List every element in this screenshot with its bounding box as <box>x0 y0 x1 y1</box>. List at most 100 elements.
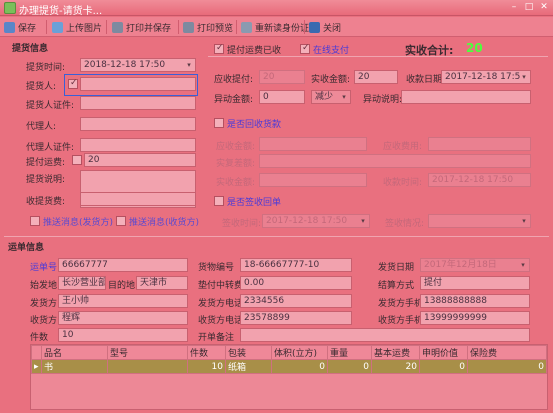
pieces-label: 件数 <box>30 333 49 343</box>
cod-time-label: 收款时间: <box>383 178 423 188</box>
cod-time-field[interactable]: 2017-12-18 17:50 <box>428 173 531 187</box>
cell-pieces[interactable]: 10 <box>187 359 226 374</box>
shipper-mobile-input[interactable]: 13888888888 <box>420 294 530 308</box>
minimize-button[interactable]: – <box>507 1 521 14</box>
notify-shipper-checkbox[interactable] <box>30 216 40 226</box>
pickup-person-checkbox[interactable] <box>68 78 78 89</box>
receiver-label: 收货方 <box>30 316 58 326</box>
sign-time-label: 签收时间: <box>222 219 262 229</box>
shipper-label: 发货方 <box>30 299 58 309</box>
calendar-dropdown-icon[interactable]: ▾ <box>358 216 368 226</box>
cod-label[interactable]: 是否回收货款 <box>227 117 281 130</box>
col-pieces[interactable]: 件数 <box>187 345 226 360</box>
close-icon <box>309 21 320 33</box>
shipper-input[interactable]: 王小帅 <box>58 294 188 308</box>
due-input[interactable]: 20 <box>259 70 305 84</box>
agent-id-label: 代理人证件: <box>26 143 75 153</box>
close-button[interactable]: 关闭 <box>309 19 341 35</box>
transfer-input[interactable]: 0.00 <box>240 276 352 290</box>
col-package[interactable]: 包装 <box>225 345 272 360</box>
toolbar-divider <box>106 20 107 34</box>
print-preview-button[interactable]: 打印预览 <box>183 19 233 35</box>
cod-fee-input[interactable] <box>428 137 531 151</box>
shipper-phone-input[interactable]: 2334556 <box>240 294 352 308</box>
cell-package[interactable]: 纸箱 <box>225 359 272 374</box>
pieces-input[interactable]: 10 <box>58 328 188 342</box>
freight-input[interactable]: 20 <box>84 153 196 167</box>
sign-checkbox[interactable] <box>214 196 224 206</box>
print-preview-label: 打印预览 <box>197 23 234 34</box>
col-base-freight[interactable]: 基本运费 <box>371 345 420 360</box>
receiver-phone-input[interactable]: 23578899 <box>240 311 352 325</box>
agent-id-input[interactable] <box>80 138 196 152</box>
app-icon <box>4 2 16 14</box>
ship-date-field[interactable]: 2017年12月18日 ▾ <box>420 258 530 272</box>
online-pay-label[interactable]: 在线支付 <box>313 43 349 56</box>
goods-no-input[interactable]: 18-66667777-10 <box>240 258 352 272</box>
col-insurance[interactable]: 保险费 <box>467 345 547 360</box>
cell-weight[interactable]: 0 <box>327 359 372 374</box>
col-declared-value[interactable]: 申明价值 <box>419 345 468 360</box>
calendar-dropdown-icon[interactable]: ▾ <box>519 72 529 82</box>
notify-receiver-label[interactable]: 推送消息(收货方) <box>129 215 199 228</box>
freight-received-checkbox[interactable] <box>214 43 224 54</box>
calendar-dropdown-icon[interactable]: ▾ <box>518 260 528 270</box>
table-row[interactable]: ▸ 书 10 纸箱 0 0 20 0 0 <box>31 359 547 374</box>
print-icon <box>112 21 123 33</box>
actual-input[interactable]: 20 <box>354 70 398 84</box>
remark-input[interactable] <box>240 328 530 342</box>
print-save-button[interactable]: 打印并保存 <box>112 19 171 35</box>
cell-name[interactable]: 书 <box>41 359 108 374</box>
cod-diff-input[interactable] <box>259 154 531 168</box>
dest-input[interactable]: 天津市 <box>136 276 188 290</box>
cell-base-freight[interactable]: 20 <box>371 359 420 374</box>
cell-insurance[interactable]: 0 <box>467 359 547 374</box>
notify-receiver-checkbox[interactable] <box>116 216 126 226</box>
col-weight[interactable]: 重量 <box>327 345 372 360</box>
ship-date-value: 2017年12月18日 <box>424 260 497 270</box>
save-button[interactable]: 保存 <box>4 19 36 35</box>
pay-date-field[interactable]: 2017-12-18 17:5 ▾ <box>441 70 531 84</box>
close-window-button[interactable]: ✕ <box>537 1 551 14</box>
pickup-id-label: 提货人证件: <box>26 101 75 111</box>
cell-volume[interactable]: 0 <box>271 359 328 374</box>
receiver-input[interactable]: 程辉 <box>58 311 188 325</box>
col-name[interactable]: 品名 <box>41 345 108 360</box>
sign-time-field[interactable]: 2017-12-18 17:50 ▾ <box>262 214 370 228</box>
receiver-mobile-input[interactable]: 13999999999 <box>420 311 530 325</box>
pickup-person-input[interactable] <box>80 77 196 91</box>
cell-declared-value[interactable]: 0 <box>419 359 468 374</box>
pickup-time-field[interactable]: 2018-12-18 17:50 ▾ <box>80 58 196 72</box>
sign-status-label: 签收情况: <box>385 219 425 229</box>
notify-shipper-label[interactable]: 推送消息(发货方) <box>43 215 113 228</box>
freight-received-label[interactable]: 提付运费已收 <box>227 43 281 56</box>
pickup-time-value: 2018-12-18 17:50 <box>84 60 166 70</box>
settle-input[interactable]: 提付 <box>420 276 530 290</box>
abnormal-input[interactable]: 0 <box>259 90 305 104</box>
pickup-fee-input[interactable] <box>80 192 196 206</box>
toolbar-divider <box>46 20 47 34</box>
cod-actual-input[interactable] <box>259 173 367 187</box>
col-volume[interactable]: 体积(立方) <box>271 345 328 360</box>
id-card-icon <box>241 21 252 33</box>
waybill-no-input[interactable]: 66667777 <box>58 258 188 272</box>
pickup-id-input[interactable] <box>80 96 196 110</box>
cod-checkbox[interactable] <box>214 118 224 128</box>
freight-checkbox[interactable] <box>72 155 82 165</box>
window-title: 办理提货-请货卡... <box>19 6 103 17</box>
row-marker-header <box>31 345 42 360</box>
agent-input[interactable] <box>80 117 196 131</box>
abnormal-desc-input[interactable] <box>401 90 531 104</box>
online-pay-checkbox[interactable] <box>300 43 310 54</box>
maximize-button[interactable]: □ <box>522 1 536 14</box>
upload-image-button[interactable]: 上传图片 <box>52 19 102 35</box>
cod-due-input[interactable] <box>259 137 367 151</box>
sign-label[interactable]: 是否签收回单 <box>227 195 281 208</box>
origin-input[interactable]: 长沙营业部 <box>58 276 106 290</box>
abnormal-direction-select[interactable]: 减少 ▾ <box>311 90 351 104</box>
calendar-dropdown-icon[interactable]: ▾ <box>184 60 194 70</box>
col-model[interactable]: 型号 <box>107 345 188 360</box>
sign-status-select[interactable]: ▾ <box>428 214 531 228</box>
reread-id-button[interactable]: 重新读身份证 <box>241 19 309 35</box>
cell-model[interactable] <box>107 359 188 374</box>
